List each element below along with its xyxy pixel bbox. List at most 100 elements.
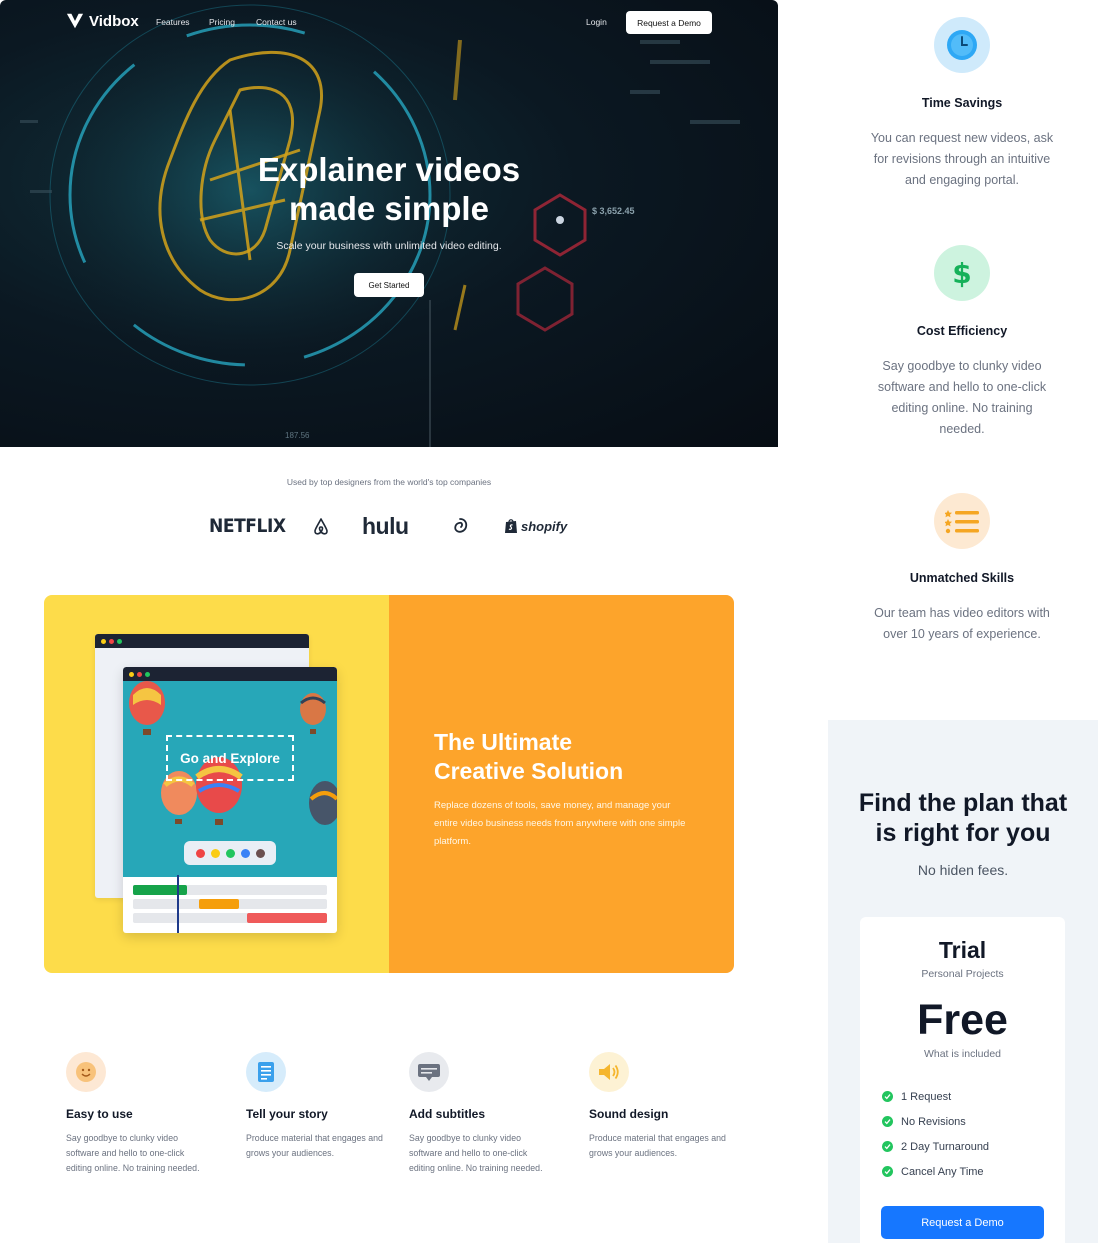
plan-request-demo-button[interactable]: Request a Demo [881, 1206, 1044, 1239]
dribbble-icon [454, 518, 468, 533]
benefit-unmatched-skills: Unmatched Skills Our team has video edit… [828, 493, 1096, 645]
feature-title: Tell your story [246, 1107, 328, 1121]
palette-swatch[interactable] [240, 848, 250, 858]
feature-text: Produce material that engages and grows … [589, 1133, 726, 1158]
brand-name: Vidbox [89, 12, 139, 30]
editor-timeline [133, 885, 327, 927]
feature-easy-to-use: Easy to use Say goodbye to clunky video … [66, 1052, 216, 1176]
window-titlebar [95, 634, 309, 648]
netflix-logo: NETFLIX [209, 515, 286, 537]
hero-overlay-value: 187.56 [285, 431, 310, 440]
plan-feature-item: No Revisions [882, 1109, 989, 1134]
hero-section: $ 3,652.45 187.56 Vidbox Features Pricin… [0, 0, 778, 447]
creative-illustration-panel: Go and Explore [44, 595, 389, 973]
login-link[interactable]: Login [586, 17, 607, 27]
feature-tell-your-story: Tell your story Produce material that en… [246, 1052, 396, 1161]
hero-title-line: made simple [289, 190, 489, 227]
benefit-title: Time Savings [921, 96, 1003, 110]
plan-feature-label: No Revisions [901, 1115, 966, 1128]
plan-feature-item: 1 Request [882, 1084, 989, 1109]
feature-text: Produce material that engages and grows … [246, 1133, 383, 1158]
plan-description: Personal Projects [921, 968, 1004, 980]
benefit-title: Unmatched Skills [909, 571, 1015, 585]
pricing-subtitle: No hiden fees. [917, 862, 1009, 878]
pricing-title-line: is right for you [875, 819, 1051, 847]
hero-subtitle: Scale your business with unlimited video… [276, 240, 502, 252]
creative-title-line: Creative Solution [434, 758, 624, 784]
feature-sound-design: Sound design Produce material that engag… [589, 1052, 739, 1161]
hero-title: Explainer videos made simple [0, 150, 778, 228]
plan-feature-label: 2 Day Turnaround [901, 1140, 990, 1153]
timeline-clip[interactable] [247, 913, 327, 923]
feature-text: Say goodbye to clunky video software and… [66, 1133, 200, 1173]
creative-title-line: The Ultimate [434, 729, 573, 755]
check-icon [882, 1166, 893, 1177]
feature-add-subtitles: Add subtitles Say goodbye to clunky vide… [409, 1052, 559, 1176]
vidbox-logo-icon [66, 13, 84, 29]
plan-feature-label: Cancel Any Time [901, 1165, 984, 1178]
page: $ 3,652.45 187.56 Vidbox Features Pricin… [0, 0, 1098, 1243]
creative-title: The Ultimate Creative Solution [434, 728, 714, 786]
pricing-title: Find the plan that is right for you [828, 788, 1098, 848]
feature-title: Add subtitles [409, 1107, 486, 1121]
timeline-track [133, 899, 327, 909]
video-editor-mockup: Go and Explore [123, 667, 337, 933]
dribbble-logo [451, 510, 469, 542]
check-icon [882, 1116, 893, 1127]
benefit-text: Our team has video editors with over 10 … [874, 606, 1050, 641]
brand-logo[interactable]: Vidbox [66, 12, 139, 30]
get-started-button[interactable]: Get Started [354, 273, 424, 297]
nav-link-contact[interactable]: Contact us [256, 17, 297, 27]
plan-name: Trial [938, 937, 987, 963]
shopify-wordmark: shopify [521, 518, 568, 534]
top-nav: Vidbox Features Pricing Contact us Login… [0, 0, 778, 46]
feature-title: Easy to use [66, 1107, 133, 1121]
nav-link-pricing[interactable]: Pricing [209, 17, 235, 27]
plan-price: Free [917, 996, 1008, 1044]
pricing-section: Find the plan that is right for you No h… [828, 720, 1098, 1243]
plan-features-list: 1 Request No Revisions 2 Day Turnaround … [882, 1084, 989, 1184]
benefit-cost-efficiency: $ Cost Efficiency Say goodbye to clunky … [828, 245, 1096, 440]
timeline-track [133, 885, 327, 895]
company-logos: NETFLIX hulu shopify [0, 510, 778, 542]
nav-link-features[interactable]: Features [156, 17, 190, 27]
hero-title-line: Explainer videos [257, 151, 521, 188]
palette-swatch[interactable] [195, 848, 205, 858]
pricing-title-line: Find the plan that [858, 789, 1068, 817]
subtitles-icon [409, 1052, 449, 1092]
plan-feature-item: 2 Day Turnaround [882, 1134, 989, 1159]
logos-caption: Used by top designers from the world's t… [286, 477, 492, 487]
feature-title: Sound design [589, 1107, 669, 1121]
check-icon [882, 1091, 893, 1102]
color-palette [184, 841, 276, 865]
check-icon [882, 1141, 893, 1152]
creative-description: Replace dozens of tools, save money, and… [434, 800, 686, 847]
hulu-logo: hulu [362, 512, 409, 539]
speaker-icon [589, 1052, 629, 1092]
plan-feature-label: 1 Request [901, 1090, 952, 1103]
creative-solution-section: Go and Explore The Ultimate Creative Sol… [44, 595, 734, 973]
benefit-text: You can request new videos, ask for revi… [870, 131, 1054, 187]
plan-included-label: What is included [923, 1048, 1002, 1060]
document-icon [246, 1052, 286, 1092]
plan-card-trial: Trial Personal Projects Free What is inc… [860, 917, 1065, 1243]
timeline-track [133, 913, 327, 923]
airbnb-icon [314, 517, 328, 535]
list-icon [934, 493, 990, 549]
benefit-title: Cost Efficiency [916, 324, 1008, 338]
benefit-text: Say goodbye to clunky video software and… [877, 359, 1047, 436]
dollar-icon: $ [934, 245, 990, 301]
timeline-playhead[interactable] [177, 875, 179, 933]
smiley-icon [66, 1052, 106, 1092]
feature-text: Say goodbye to clunky video software and… [409, 1133, 543, 1173]
request-demo-button[interactable]: Request a Demo [626, 11, 712, 34]
plan-feature-item: Cancel Any Time [882, 1159, 989, 1184]
palette-swatch[interactable] [210, 848, 220, 858]
timeline-clip[interactable] [199, 899, 239, 909]
svg-text:$: $ [952, 257, 971, 290]
palette-swatch[interactable] [225, 848, 235, 858]
explore-text-box: Go and Explore [166, 735, 294, 781]
benefit-time-savings: Time Savings You can request new videos,… [828, 17, 1096, 191]
palette-swatch[interactable] [255, 848, 265, 858]
clock-icon [934, 17, 990, 73]
